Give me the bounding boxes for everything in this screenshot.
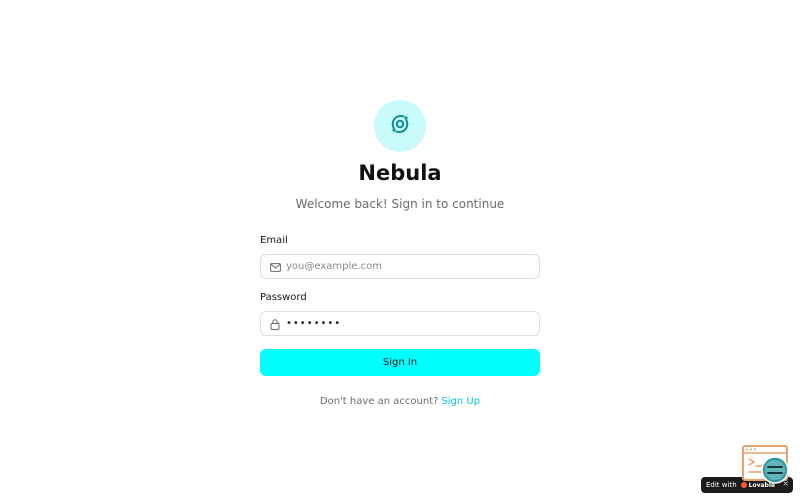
password-input[interactable] — [261, 312, 539, 335]
edit-with-text: Edit with — [706, 481, 737, 489]
login-card: Nebula Welcome back! Sign in to continue… — [260, 100, 540, 407]
page-subtitle: Welcome back! Sign in to continue — [295, 197, 505, 211]
sign-up-link[interactable]: Sign Up — [441, 396, 480, 407]
email-field-group: Email — [260, 234, 540, 279]
password-label: Password — [260, 292, 307, 303]
mail-icon — [269, 261, 281, 273]
lock-icon — [269, 318, 281, 330]
email-label: Email — [260, 235, 288, 246]
code-window-widget[interactable] — [742, 445, 790, 485]
logo — [374, 100, 426, 152]
password-field-group: Password — [260, 291, 540, 336]
login-page: Nebula Welcome back! Sign in to continue… — [0, 0, 800, 500]
email-input[interactable] — [261, 255, 539, 278]
email-input-wrapper[interactable] — [260, 254, 540, 279]
page-title: Nebula — [358, 161, 442, 185]
signup-prompt: Don't have an account? Sign Up — [320, 396, 480, 407]
signup-prompt-text: Don't have an account? — [319, 396, 439, 407]
orbit-icon — [387, 111, 413, 141]
login-form: Email Password — [260, 234, 540, 376]
password-input-wrapper[interactable] — [260, 311, 540, 336]
sign-in-button[interactable]: Sign In — [260, 349, 540, 376]
